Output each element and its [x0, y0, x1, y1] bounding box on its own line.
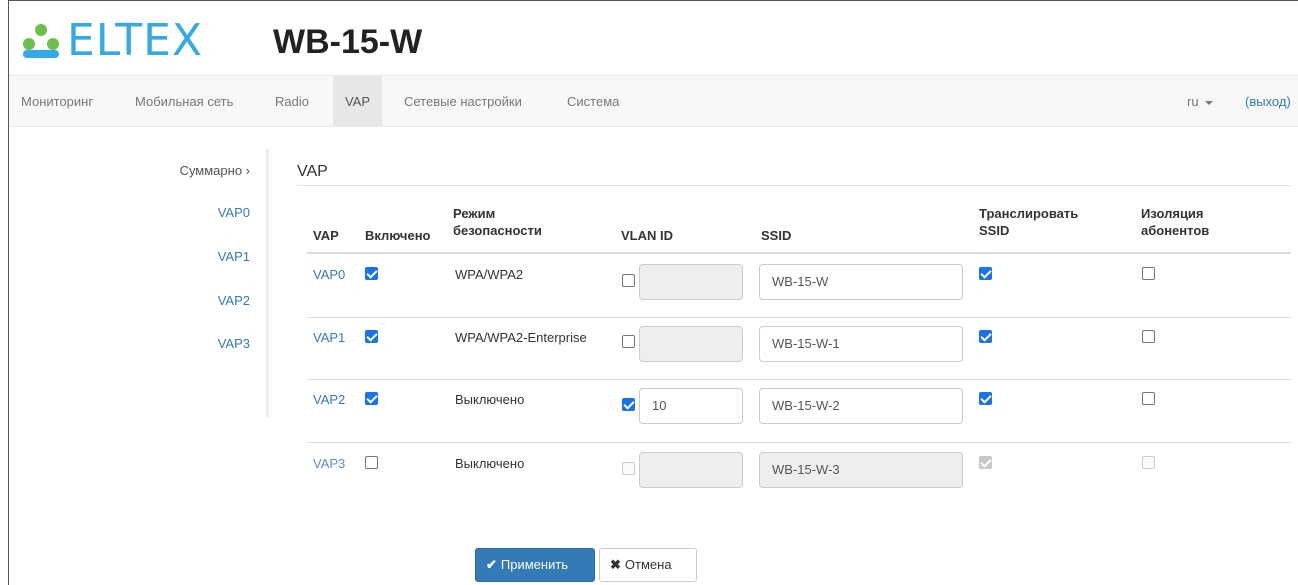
section-divider	[297, 185, 1291, 186]
security-mode: Выключено	[455, 456, 525, 471]
language-dropdown[interactable]: ru	[1187, 76, 1213, 127]
section-title: VAP	[297, 163, 328, 180]
top-navbar: Мониторинг Мобильная сеть Radio VAP Сете…	[9, 75, 1298, 127]
table-header-divider	[307, 252, 1291, 254]
logout-link[interactable]: (выход)	[1245, 76, 1291, 127]
col-header-broadcast-line2: SSID	[979, 223, 1010, 238]
row-vap-link[interactable]: VAP0	[313, 267, 345, 282]
ssid-field[interactable]: WB-15-W	[759, 264, 963, 300]
row-vap-link[interactable]: VAP2	[313, 392, 345, 407]
col-header-vap: VAP	[313, 228, 339, 243]
col-header-broadcast: Транслировать SSID	[979, 205, 1078, 239]
broadcast-ssid-checkbox[interactable]	[979, 456, 992, 469]
nav-mobile-network[interactable]: Мобильная сеть	[135, 76, 233, 127]
nav-system[interactable]: Система	[567, 76, 619, 127]
vlan-id-field[interactable]	[639, 264, 743, 300]
row-vap-link[interactable]: VAP1	[313, 330, 345, 345]
vlan-id-field[interactable]: 10	[639, 388, 743, 424]
check-icon: ✔	[486, 557, 497, 572]
header: ELTEX WB-15-W	[9, 1, 1298, 73]
col-header-isolation: Изоляция абонентов	[1141, 205, 1209, 239]
col-header-ssid: SSID	[761, 228, 792, 243]
col-header-enabled: Включено	[365, 228, 431, 243]
x-icon: ✖	[610, 557, 621, 572]
security-mode: WPA/WPA2	[455, 267, 524, 282]
enabled-checkbox[interactable]	[365, 267, 378, 280]
col-header-security: Режим безопасности	[453, 205, 542, 239]
sidebar-item-vap2[interactable]: VAP2	[218, 293, 250, 308]
ssid-field[interactable]: WB-15-W-2	[759, 388, 963, 424]
nav-monitoring[interactable]: Мониторинг	[21, 76, 93, 127]
row-divider	[307, 317, 1291, 318]
app-frame: ELTEX WB-15-W Мониторинг Мобильная сеть …	[8, 0, 1298, 585]
client-isolation-checkbox[interactable]	[1142, 392, 1155, 405]
enabled-checkbox[interactable]	[365, 392, 378, 405]
col-header-security-line2: безопасности	[453, 223, 542, 238]
row-divider	[307, 379, 1291, 380]
language-label: ru	[1187, 94, 1199, 109]
vlan-checkbox[interactable]	[622, 398, 635, 411]
apply-button-label: Применить	[500, 557, 569, 572]
eltex-logo: ELTEX	[19, 19, 203, 63]
ssid-field[interactable]: WB-15-W-1	[759, 326, 963, 362]
col-header-isolation-line2: абонентов	[1141, 223, 1210, 238]
col-header-broadcast-line1: Транслировать	[979, 206, 1079, 221]
vlan-checkbox[interactable]	[622, 274, 635, 287]
eltex-logo-icon	[23, 24, 59, 58]
logo-text: ELTEX	[67, 15, 204, 66]
vlan-id-field[interactable]	[639, 452, 743, 488]
sidebar-item-vap0[interactable]: VAP0	[218, 205, 250, 220]
col-header-security-line1: Режим	[453, 206, 496, 221]
sidebar-item-vap1[interactable]: VAP1	[218, 249, 250, 264]
device-title: WB-15-W	[273, 23, 423, 61]
col-header-isolation-line1: Изоляция	[1141, 206, 1204, 221]
sidebar: Суммарно › VAP0 VAP1 VAP2 VAP3	[129, 149, 269, 417]
broadcast-ssid-checkbox[interactable]	[979, 330, 992, 343]
ssid-field[interactable]: WB-15-W-3	[759, 452, 963, 488]
nav-network-settings[interactable]: Сетевые настройки	[404, 76, 522, 127]
security-mode: WPA/WPA2-Enterprise	[455, 330, 587, 345]
apply-button[interactable]: ✔ Применить	[475, 548, 595, 582]
vlan-checkbox[interactable]	[622, 462, 635, 475]
row-vap-link[interactable]: VAP3	[313, 456, 345, 471]
vlan-checkbox[interactable]	[622, 335, 635, 348]
security-mode: Выключено	[455, 392, 525, 407]
client-isolation-checkbox[interactable]	[1142, 330, 1155, 343]
broadcast-ssid-checkbox[interactable]	[979, 267, 992, 280]
sidebar-item-summary[interactable]: Суммарно ›	[180, 163, 250, 178]
broadcast-ssid-checkbox[interactable]	[979, 392, 992, 405]
cancel-button[interactable]: ✖ Отмена	[599, 548, 697, 582]
sidebar-item-vap3[interactable]: VAP3	[218, 336, 250, 351]
row-divider	[307, 442, 1291, 443]
client-isolation-checkbox[interactable]	[1142, 267, 1155, 280]
caret-down-icon	[1204, 100, 1213, 105]
client-isolation-checkbox[interactable]	[1142, 456, 1155, 469]
enabled-checkbox[interactable]	[365, 456, 378, 469]
enabled-checkbox[interactable]	[365, 330, 378, 343]
cancel-button-label: Отмена	[624, 557, 672, 572]
nav-vap[interactable]: VAP	[333, 76, 382, 127]
vlan-id-field[interactable]	[639, 326, 743, 362]
col-header-vlan: VLAN ID	[621, 228, 673, 243]
nav-radio[interactable]: Radio	[275, 76, 309, 127]
